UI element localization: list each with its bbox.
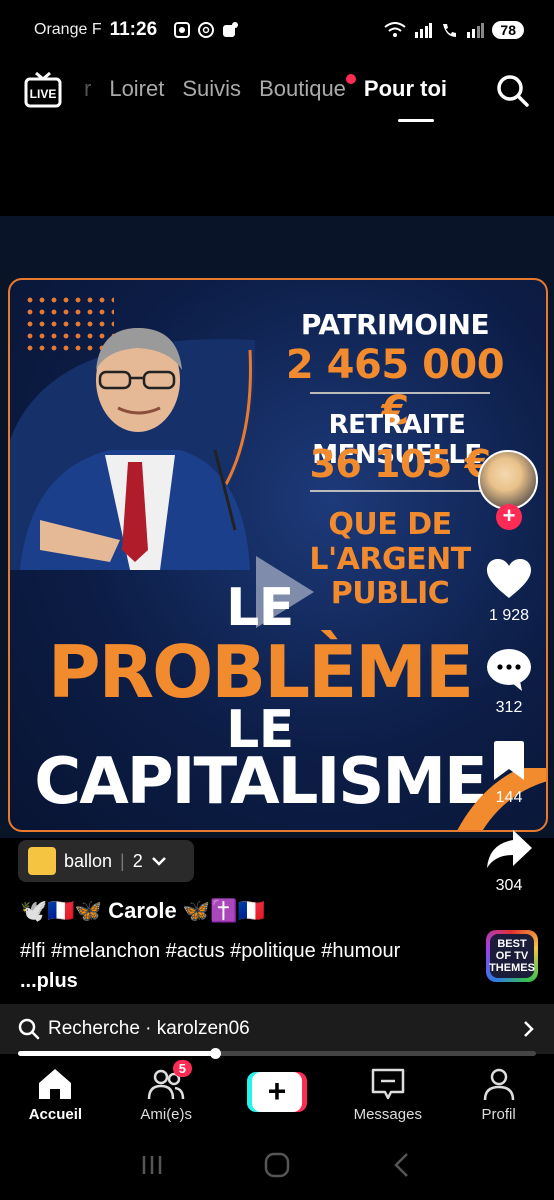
- screenshot-icon: [174, 22, 191, 38]
- nav-home-label: Accueil: [28, 1106, 83, 1123]
- tab-boutique-label: Boutique: [259, 76, 346, 101]
- chip-label: ballon: [64, 850, 113, 871]
- creator-avatar[interactable]: [478, 450, 538, 510]
- top-navigation: LIVE r Loiret Suivis Boutique Pour toi: [0, 62, 554, 124]
- comment-icon[interactable]: [486, 648, 532, 692]
- progress-knob[interactable]: [209, 1048, 221, 1059]
- create-button[interactable]: +: [246, 1072, 307, 1112]
- nav-friends[interactable]: Ami(e)s 5: [111, 1060, 222, 1130]
- heart-icon[interactable]: [486, 558, 532, 600]
- system-navigation: [0, 1130, 554, 1200]
- notification-dot: [345, 74, 356, 84]
- nav-messages[interactable]: Messages: [332, 1060, 443, 1130]
- share-count: 304: [495, 877, 523, 894]
- feed-tabs: r Loiret Suivis Boutique Pour toi: [84, 74, 465, 102]
- headline-capitalisme: CAPITALISME: [34, 745, 488, 819]
- tab-loiret[interactable]: Loiret: [109, 76, 164, 102]
- profile-icon: [483, 1068, 514, 1101]
- live-icon[interactable]: LIVE: [24, 72, 62, 108]
- search-icon: [18, 1018, 40, 1040]
- comment-count: 312: [495, 699, 523, 716]
- caption[interactable]: #lfi #melanchon #actus #politique #humou…: [20, 936, 420, 996]
- bookmark-icon[interactable]: [491, 740, 527, 782]
- nav-profile[interactable]: Profil: [443, 1060, 554, 1130]
- messages-icon: [371, 1068, 405, 1100]
- call-icon: [443, 24, 457, 37]
- music-disc[interactable]: BEST OF TV THEMES: [486, 930, 538, 982]
- save-action[interactable]: 144: [474, 740, 544, 807]
- retraite-value: 36 105 €: [309, 442, 491, 486]
- notification-icons: [173, 21, 239, 39]
- nav-create[interactable]: +: [222, 1060, 333, 1130]
- like-action[interactable]: 1 928: [474, 558, 544, 625]
- carrier-name: Orange F: [34, 21, 102, 38]
- patrimoine-label: PATRIMOINE: [300, 308, 490, 341]
- search-icon[interactable]: [496, 74, 530, 108]
- nav-friends-label: Ami(e)s: [140, 1106, 193, 1123]
- like-count: 1 928: [488, 607, 530, 624]
- threads-icon: [198, 22, 215, 38]
- tab-hidden[interactable]: r: [84, 76, 91, 102]
- follow-button[interactable]: +: [496, 504, 522, 530]
- nav-messages-label: Messages: [353, 1106, 422, 1123]
- status-bar: Orange F 11:26 78: [0, 0, 554, 60]
- tab-suivis[interactable]: Suivis: [182, 76, 241, 102]
- portrait-image: [10, 328, 256, 570]
- search-suggestion: Recherche · karolzen06: [48, 1018, 250, 1039]
- friends-badge: 5: [172, 1060, 193, 1077]
- video-progress[interactable]: [18, 1048, 536, 1059]
- app-icon: [223, 22, 239, 37]
- plus-icon: +: [251, 1072, 302, 1112]
- hashtags[interactable]: #lfi #melanchon #actus #politique #humou…: [20, 940, 400, 962]
- divider: [310, 490, 490, 492]
- signal-2-icon: [467, 23, 485, 38]
- nav-profile-label: Profil: [481, 1106, 516, 1123]
- chip-count: 2: [132, 850, 143, 871]
- share-action[interactable]: 304: [474, 828, 544, 895]
- svg-text:LIVE: LIVE: [30, 87, 57, 101]
- save-count: 144: [495, 789, 523, 806]
- video-player[interactable]: PATRIMOINE 2 465 000 € RETRAITE MENSUELL…: [0, 216, 554, 838]
- home-icon: [39, 1069, 72, 1099]
- chip-separator: |: [120, 850, 125, 871]
- play-icon[interactable]: [248, 552, 318, 632]
- music-label: BEST OF TV THEMES: [489, 934, 535, 978]
- recent-apps-icon[interactable]: [137, 1150, 167, 1180]
- tab-pour-toi[interactable]: Pour toi: [364, 76, 447, 102]
- video-frame: PATRIMOINE 2 465 000 € RETRAITE MENSUELL…: [8, 278, 548, 832]
- more-link[interactable]: ...plus: [20, 970, 78, 992]
- progress-fill: [18, 1051, 215, 1056]
- signal-icon: [415, 23, 433, 38]
- home-button-icon[interactable]: [262, 1150, 292, 1180]
- nav-home[interactable]: Accueil: [0, 1060, 111, 1130]
- clock: 11:26: [109, 19, 158, 40]
- active-tab-underline: [398, 119, 434, 122]
- bottom-navigation: Accueil Ami(e)s 5 + Messages Profil: [0, 1060, 554, 1130]
- related-search-bar[interactable]: Recherche · karolzen06: [0, 1004, 554, 1054]
- author-name[interactable]: 🕊️🇫🇷🦋 Carole 🦋✝️🇫🇷: [20, 898, 265, 924]
- battery-indicator: 78: [492, 21, 524, 39]
- tab-boutique[interactable]: Boutique: [259, 74, 356, 102]
- divider: [310, 392, 490, 394]
- balloon-sticker-icon: [28, 847, 56, 875]
- chevron-right-icon: [524, 1021, 534, 1037]
- comment-action[interactable]: 312: [474, 648, 544, 717]
- share-icon[interactable]: [485, 828, 533, 870]
- back-icon[interactable]: [387, 1150, 417, 1180]
- chevron-down-icon: [151, 857, 166, 866]
- wifi-icon: [384, 22, 407, 37]
- anchor-chip[interactable]: ballon | 2: [18, 840, 194, 882]
